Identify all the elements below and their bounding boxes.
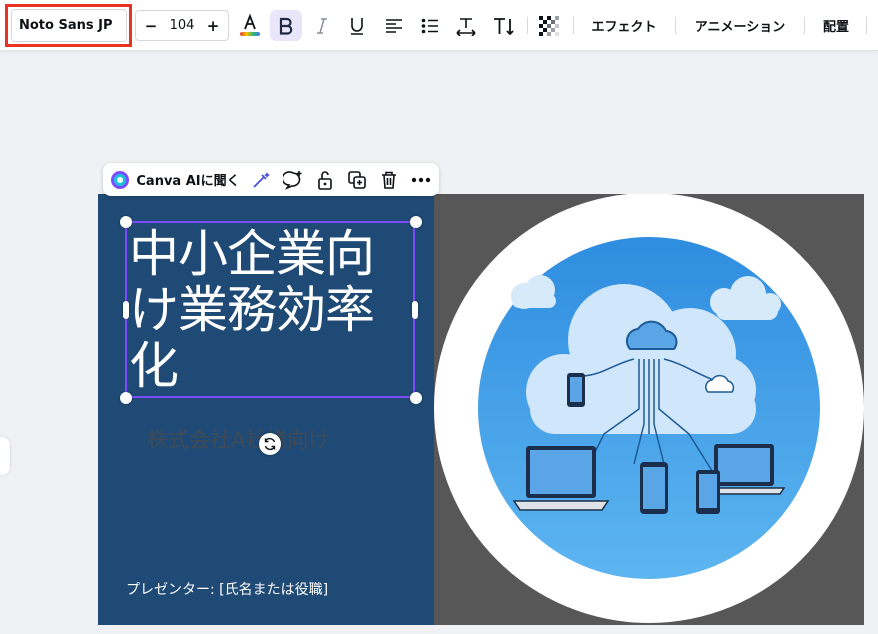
trash-icon (382, 171, 396, 189)
italic-button[interactable] (308, 10, 336, 41)
rotate-button[interactable] (259, 433, 281, 455)
element-context-toolbar: Canva AIに聞く (103, 163, 439, 196)
vertical-text-button[interactable] (488, 10, 518, 41)
italic-icon (317, 17, 327, 34)
toolbar-divider (866, 17, 867, 34)
toolbar-divider (675, 17, 676, 34)
delete-button[interactable] (375, 163, 403, 196)
magic-edit-button[interactable] (247, 163, 275, 196)
slide-presenter[interactable]: プレゼンター: [氏名または役職] (126, 579, 328, 599)
resize-handle-top-left[interactable] (120, 216, 132, 228)
font-size-control: − 104 + (135, 10, 229, 41)
bullet-list-icon (421, 18, 438, 33)
ask-canva-ai-label: Canva AIに聞く (136, 174, 240, 189)
position-button[interactable]: 配置 (815, 10, 857, 41)
transparency-button[interactable] (536, 12, 562, 39)
align-left-icon (386, 18, 402, 33)
resize-handle-bottom-right[interactable] (410, 392, 422, 404)
toolbar-divider (573, 17, 574, 34)
duplicate-button[interactable] (343, 163, 371, 196)
resize-handle-bottom-left[interactable] (120, 392, 132, 404)
list-button[interactable] (416, 10, 444, 41)
bold-button[interactable] (270, 10, 302, 41)
highlight-box (5, 4, 132, 47)
font-size-input[interactable]: 104 (164, 11, 200, 40)
ask-canva-ai-button[interactable]: Canva AIに聞く (109, 163, 241, 196)
more-dots-icon (411, 177, 431, 182)
rotate-icon (264, 437, 276, 451)
resize-handle-left[interactable] (123, 301, 129, 319)
duplicate-icon (348, 170, 366, 189)
font-size-increase-button[interactable]: + (200, 11, 226, 40)
underline-icon (351, 17, 363, 35)
vertical-text-icon (494, 17, 514, 35)
toolbar-divider (527, 17, 528, 34)
transparency-icon (539, 15, 559, 36)
text-color-icon (240, 13, 260, 36)
align-button[interactable] (380, 10, 408, 41)
magic-pen-icon (253, 171, 270, 188)
underline-button[interactable] (343, 10, 371, 41)
text-toolbar: Noto Sans JP − 104 + エフェクト アニメーション 配置 (0, 0, 878, 51)
canva-ai-icon (111, 170, 130, 189)
letter-spacing-icon (456, 17, 476, 36)
more-options-button[interactable] (407, 163, 435, 196)
toolbar-divider (804, 17, 805, 34)
effects-button[interactable]: エフェクト (585, 10, 663, 41)
font-size-decrease-button[interactable]: − (138, 11, 164, 40)
side-panel-toggle[interactable] (0, 437, 10, 475)
text-color-button[interactable] (236, 11, 264, 39)
slide-subtitle[interactable]: 株式会社A社様向け (147, 424, 329, 454)
spacing-button[interactable] (452, 10, 480, 41)
resize-handle-top-right[interactable] (410, 216, 422, 228)
lock-icon (318, 170, 332, 190)
animation-button[interactable]: アニメーション (686, 10, 794, 41)
comment-button[interactable] (279, 163, 307, 196)
lock-button[interactable] (311, 163, 339, 196)
resize-handle-right[interactable] (412, 301, 418, 319)
cloud-network-illustration (434, 194, 864, 623)
comment-add-icon (283, 170, 302, 190)
bold-icon (279, 17, 293, 35)
selection-box (125, 221, 415, 398)
